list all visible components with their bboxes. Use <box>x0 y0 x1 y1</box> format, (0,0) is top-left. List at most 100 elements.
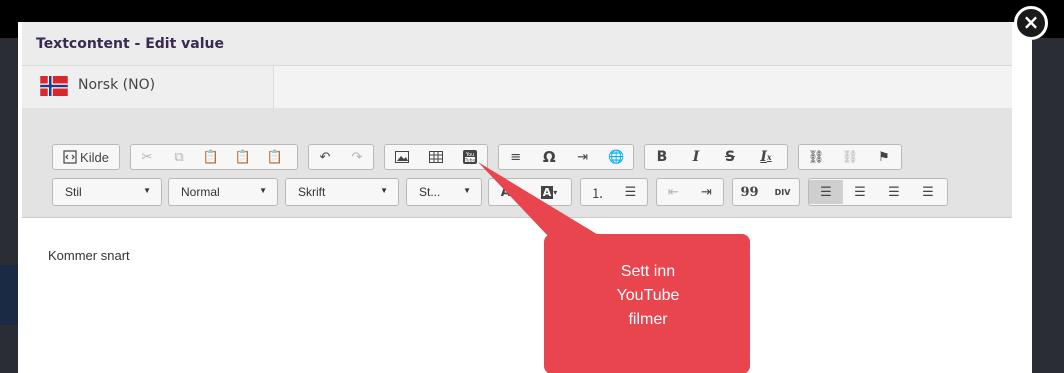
callout-text: Sett inn YouTube filmer <box>548 260 748 332</box>
special-char-button[interactable]: Ω <box>533 145 567 169</box>
size-dropdown-label: St... <box>419 185 441 199</box>
links-group: ⛓ ⛓ ⚑ <box>798 144 902 170</box>
outdent-button[interactable]: ⇤ <box>657 180 690 204</box>
paste-icon: 📋 <box>202 149 220 165</box>
modal-title: Textcontent - Edit value <box>36 36 224 52</box>
chevron-down-icon: ▼ <box>380 186 388 195</box>
format-dropdown-label: Normal <box>181 185 220 199</box>
remove-format-button[interactable]: Ix <box>747 145 785 169</box>
format-dropdown[interactable]: Normal ▼ <box>168 178 278 206</box>
close-icon: × <box>1022 10 1040 34</box>
paste-word-button[interactable]: 📋 <box>259 145 291 169</box>
link-button[interactable]: ⛓ <box>799 145 833 169</box>
bullet-list-button[interactable]: ☰ <box>614 180 647 204</box>
div-button[interactable]: DIV <box>766 180 799 204</box>
omega-icon: Ω <box>542 148 556 166</box>
unlink-button[interactable]: ⛓ <box>833 145 867 169</box>
colors-group: A▾ A ▾ <box>488 178 572 206</box>
image-icon <box>395 151 409 163</box>
align-right-icon: ☰ <box>888 184 900 200</box>
outdent-icon: ⇤ <box>668 184 679 200</box>
language-tab-norsk[interactable]: Norsk (NO) <box>22 66 274 108</box>
editor-text: Kommer snart <box>48 248 130 263</box>
undo-icon: ↶ <box>319 149 331 165</box>
redo-icon: ↷ <box>351 149 363 165</box>
cut-icon: ✂ <box>141 149 153 165</box>
flag-icon: ⚑ <box>878 149 890 165</box>
editor-toolbar: Kilde ✂ ⧉ 📋 📋 📋 ↶ ↷ You Tube ≡ Ω ⇥ 🌐 B I … <box>22 108 1012 218</box>
image-button[interactable] <box>385 145 419 169</box>
table-button[interactable] <box>419 145 453 169</box>
numbered-list-button[interactable]: ⒈ <box>581 180 614 204</box>
list-group: ⒈ ☰ <box>580 178 648 206</box>
strike-button[interactable]: S <box>713 145 747 169</box>
strike-icon: S <box>724 149 736 165</box>
font-dropdown-label: Skrift <box>298 185 326 199</box>
align-center-icon: ☰ <box>854 184 866 200</box>
style-dropdown[interactable]: Stil ▼ <box>52 178 162 206</box>
globe-icon: 🌐 <box>608 149 625 165</box>
italic-button[interactable]: I <box>679 145 713 169</box>
copy-button[interactable]: ⧉ <box>163 145 195 169</box>
youtube-button[interactable]: You Tube <box>453 145 487 169</box>
chevron-down-icon: ▼ <box>143 186 151 195</box>
horizontal-line-button[interactable]: ≡ <box>499 145 533 169</box>
font-dropdown[interactable]: Skrift ▼ <box>285 178 399 206</box>
page-break-button[interactable]: ⇥ <box>566 145 600 169</box>
norway-flag-icon <box>40 76 68 96</box>
block-group: 99 DIV <box>732 178 800 206</box>
blockquote-button[interactable]: 99 <box>733 180 766 204</box>
text-color-icon: A▾ <box>500 184 518 200</box>
special-group: ≡ Ω ⇥ 🌐 <box>498 144 634 170</box>
paste-text-button[interactable]: 📋 <box>227 145 259 169</box>
bold-icon: B <box>656 149 668 165</box>
youtube-icon: YouTube <box>463 150 477 164</box>
horizontal-line-icon: ≡ <box>510 149 522 165</box>
bold-button[interactable]: B <box>645 145 679 169</box>
paste-button[interactable]: 📋 <box>195 145 227 169</box>
indent-button[interactable]: ⇥ <box>690 180 723 204</box>
undo-button[interactable]: ↶ <box>309 145 341 169</box>
size-dropdown[interactable]: St... ▼ <box>406 178 482 206</box>
align-left-button[interactable]: ☰ <box>809 180 843 204</box>
div-icon: DIV <box>774 187 791 197</box>
language-label: Norsk (NO) <box>78 77 156 93</box>
source-label: Kilde <box>80 149 109 165</box>
svg-text:Tube: Tube <box>464 158 476 164</box>
align-left-icon: ☰ <box>820 184 832 200</box>
align-center-button[interactable]: ☰ <box>843 180 877 204</box>
source-group: Kilde <box>52 144 120 170</box>
redo-button[interactable]: ↷ <box>341 145 373 169</box>
source-button[interactable]: Kilde <box>53 145 119 169</box>
bullet-list-icon: ☰ <box>624 184 637 200</box>
indent-group: ⇤ ⇥ <box>656 178 724 206</box>
iframe-button[interactable]: 🌐 <box>600 145 634 169</box>
cut-button[interactable]: ✂ <box>131 145 163 169</box>
italic-icon: I <box>692 149 700 165</box>
text-color-button[interactable]: A▾ <box>489 180 529 204</box>
insert-group: You Tube <box>384 144 488 170</box>
align-justify-icon: ☰ <box>922 184 934 200</box>
align-justify-button[interactable]: ☰ <box>911 180 945 204</box>
unlink-icon: ⛓ <box>841 149 859 165</box>
undo-group: ↶ ↷ <box>308 144 374 170</box>
language-bar: Norsk (NO) <box>22 66 1012 108</box>
clipboard-group: ✂ ⧉ 📋 📋 📋 <box>130 144 298 170</box>
align-right-button[interactable]: ☰ <box>877 180 911 204</box>
paste-text-icon: 📋 <box>234 149 252 165</box>
basicstyles-group: B I S Ix <box>644 144 788 170</box>
indent-icon: ⇥ <box>701 184 712 200</box>
callout-line: YouTube <box>616 287 680 304</box>
anchor-button[interactable]: ⚑ <box>867 145 901 169</box>
close-button[interactable]: × <box>1014 6 1048 40</box>
style-dropdown-label: Stil <box>65 185 82 199</box>
align-group: ☰ ☰ ☰ ☰ <box>808 178 948 206</box>
link-icon: ⛓ <box>807 149 825 165</box>
chevron-down-icon: ▼ <box>259 186 267 195</box>
table-icon <box>429 151 443 163</box>
bg-color-button[interactable]: A ▾ <box>529 180 569 204</box>
editor-content[interactable] <box>22 218 1012 373</box>
callout-line: filmer <box>628 311 668 328</box>
quote-icon: 99 <box>740 184 759 200</box>
page-break-icon: ⇥ <box>577 149 589 165</box>
